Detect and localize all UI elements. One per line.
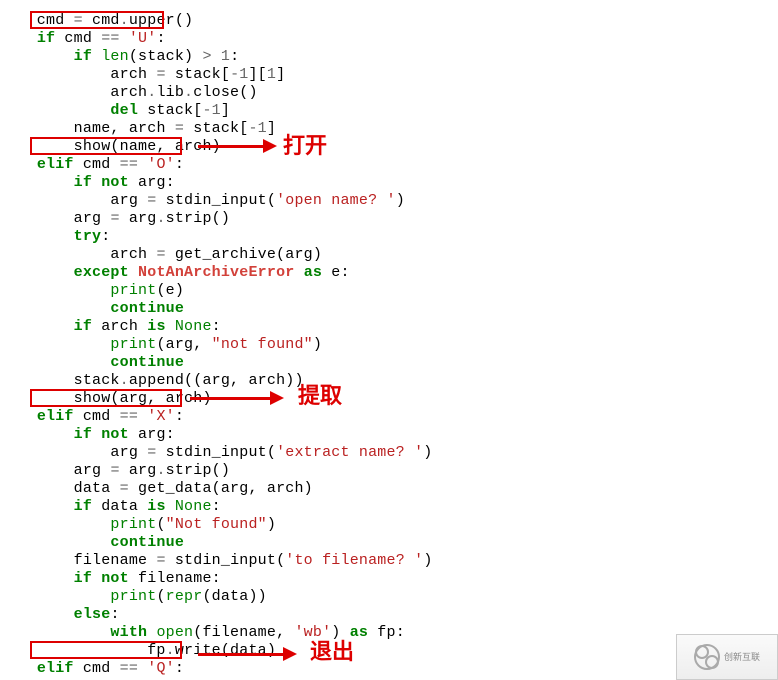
code-line: if cmd == 'U': [0, 30, 166, 47]
code-line: print(arg, "not found") [0, 336, 322, 353]
code-line: arg = arg.strip() [0, 462, 230, 479]
code-line: show(arg, arch) [0, 390, 212, 407]
code-line: continue [0, 300, 184, 317]
code-line: if not arg: [0, 174, 175, 191]
code-line: filename = stdin_input('to filename? ') [0, 552, 433, 569]
code-line: if arch is None: [0, 318, 221, 335]
code-line: continue [0, 354, 184, 371]
code-line: continue [0, 534, 184, 551]
code-line: arg = stdin_input('extract name? ') [0, 444, 433, 461]
code-line: arch = get_archive(arg) [0, 246, 322, 263]
watermark-logo-icon [694, 644, 720, 670]
annotation-extract: 提取 [298, 385, 342, 407]
code-line: print("Not found") [0, 516, 276, 533]
watermark-badge: 创新互联 [676, 634, 778, 680]
code-line: elif cmd == 'O': [0, 156, 184, 173]
code-line: elif cmd == 'Q': [0, 660, 184, 677]
code-line: fp.write(data) [0, 642, 276, 659]
annotation-quit: 退出 [310, 641, 354, 663]
code-line: cmd = cmd.upper() [0, 12, 193, 29]
code-line: arg = arg.strip() [0, 210, 230, 227]
code-line: arch.lib.close() [0, 84, 258, 101]
code-line: arg = stdin_input('open name? ') [0, 192, 405, 209]
watermark-text: 创新互联 [724, 648, 760, 666]
code-line: del stack[-1] [0, 102, 230, 119]
code-line: else: [0, 606, 120, 623]
annotation-open: 打开 [283, 135, 327, 157]
code-line: show(name, arch) [0, 138, 221, 155]
code-line: name, arch = stack[-1] [0, 120, 276, 137]
code-line: if not filename: [0, 570, 221, 587]
code-line: elif cmd == 'X': [0, 408, 184, 425]
code-line: try: [0, 228, 110, 245]
code-line: if not arg: [0, 426, 175, 443]
code-line: if data is None: [0, 498, 221, 515]
code-line: print(repr(data)) [0, 588, 267, 605]
code-line: print(e) [0, 282, 184, 299]
code-line: if len(stack) > 1: [0, 48, 239, 65]
code-block: cmd = cmd.upper() if cmd == 'U': if len(… [0, 0, 433, 678]
code-line: stack.append((arg, arch)) [0, 372, 304, 389]
code-line: except NotAnArchiveError as e: [0, 264, 350, 281]
code-line: data = get_data(arg, arch) [0, 480, 313, 497]
code-line: arch = stack[-1][1] [0, 66, 285, 83]
